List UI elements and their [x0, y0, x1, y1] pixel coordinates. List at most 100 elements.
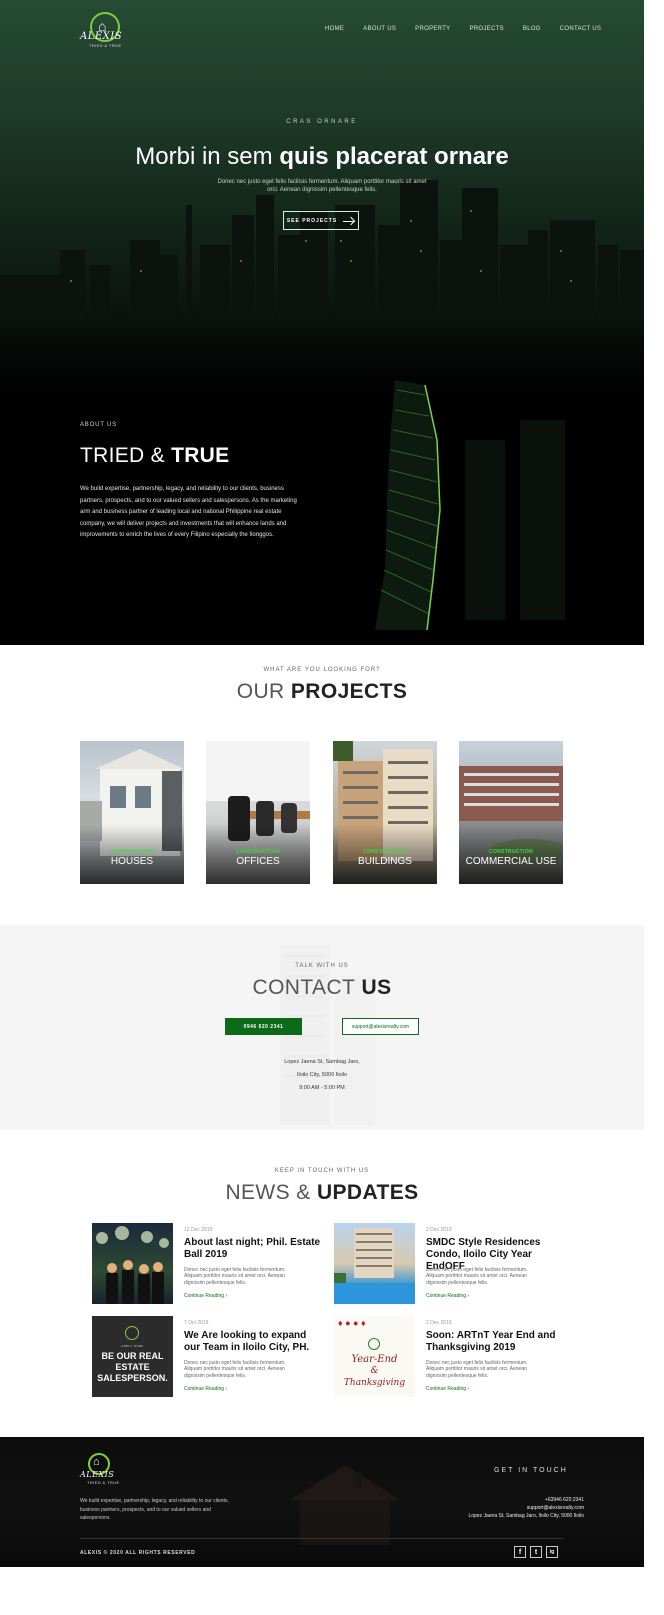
projects-title-light: OUR: [236, 680, 285, 703]
hiring-small-text: APPLY NOW!: [121, 1344, 144, 1348]
hiring-poster: APPLY NOW! BE OUR REAL ESTATE SALESPERSO…: [92, 1316, 173, 1397]
news-image-smdc[interactable]: [334, 1223, 415, 1304]
continue-reading-link[interactable]: Continue Reading ›: [426, 1386, 469, 1392]
continue-reading-label: Continue Reading: [426, 1386, 467, 1392]
project-tag: CONSTRUCTION: [363, 849, 407, 855]
nav-home[interactable]: HOME: [325, 26, 344, 32]
twitter-icon[interactable]: t: [530, 1546, 542, 1558]
project-tag: CONSTRUCTION: [236, 849, 280, 855]
footer-email[interactable]: support@alexisrealty.com: [527, 1505, 584, 1511]
year-end-text: Year-End: [351, 1354, 398, 1365]
contact-title-bold: US: [361, 976, 392, 999]
logo-tagline: TRIED & TRUE: [89, 43, 122, 48]
footer-divider: [80, 1538, 564, 1539]
news-title-bold: UPDATES: [316, 1181, 419, 1204]
project-name: OFFICES: [236, 856, 280, 867]
call-phone-button[interactable]: 0946 620 2341: [225, 1018, 302, 1035]
project-card-houses[interactable]: CONSTRUCTION HOUSES: [80, 741, 184, 884]
chevron-right-icon: ›: [225, 1386, 228, 1392]
ornament-icon: ♦ ● ● ♦: [338, 1318, 366, 1328]
logo-wordmark: ALEXIS: [80, 31, 123, 42]
brand-logo[interactable]: ⌂ ALEXIS TRIED & TRUE: [80, 12, 128, 50]
email-button[interactable]: support@alexisrealty.com: [342, 1018, 419, 1035]
news-image-hiring[interactable]: APPLY NOW! BE OUR REAL ESTATE SALESPERSO…: [92, 1316, 173, 1397]
ampersand-text: &: [370, 1366, 379, 1376]
continue-reading-label: Continue Reading: [184, 1386, 225, 1392]
projects-title-bold: PROJECTS: [290, 680, 408, 703]
nav-projects[interactable]: PROJECTS: [469, 26, 503, 32]
footer-description: We build expertise, partnership, legacy,…: [80, 1498, 229, 1522]
nav-blog[interactable]: BLOG: [523, 26, 541, 32]
chevron-right-icon: ›: [467, 1293, 470, 1299]
contact-title: CONTACT US: [0, 976, 644, 1000]
nav-property[interactable]: PROPERTY: [415, 26, 450, 32]
main-nav: HOME ABOUT US PROPERTY PROJECTS BLOG CON…: [325, 26, 620, 32]
instagram-icon[interactable]: ig: [546, 1546, 558, 1558]
project-card-commercial[interactable]: CONSTRUCTION COMMERCIAL USE: [459, 741, 563, 884]
project-card-offices[interactable]: CONSTRUCTION OFFICES: [206, 741, 310, 884]
hero-eyebrow: CRAS ORNARE: [286, 119, 358, 125]
logo-wordmark: ALEXIS: [80, 1470, 115, 1479]
arrow-right-icon: [343, 218, 355, 224]
continue-reading-label: Continue Reading: [184, 1293, 225, 1299]
facebook-icon[interactable]: f: [514, 1546, 526, 1558]
projects-eyebrow: WHAT ARE YOU LOOKING FOR?: [263, 667, 381, 673]
contact-address-line1: Lopez Jaena St, Sambag Jaro,: [284, 1059, 360, 1065]
hiring-big-text: BE OUR REAL ESTATE SALESPERSON.: [97, 1351, 168, 1383]
contact-title-light: CONTACT: [252, 976, 356, 999]
footer-logo[interactable]: ⌂ ALEXIS TRIED & TRUE: [80, 1453, 120, 1489]
news-title[interactable]: Soon: ARTnT Year End and Thanksgiving 20…: [426, 1330, 566, 1354]
continue-reading-link[interactable]: Continue Reading ›: [184, 1386, 227, 1392]
continue-reading-label: Continue Reading: [426, 1293, 467, 1299]
project-tag: CONSTRUCTION: [489, 849, 533, 855]
news-title[interactable]: We Are looking to expand our Team in Ilo…: [184, 1330, 324, 1354]
chevron-right-icon: ›: [467, 1386, 470, 1392]
condo-photo: [334, 1228, 415, 1304]
news-title-light: NEWS &: [225, 1181, 311, 1204]
logo-ring: [125, 1326, 139, 1340]
contact-address-line2: Iloilo City, 5000 Iloilo: [296, 1072, 348, 1078]
news-excerpt: Donec nec justo eget felis facilisis fer…: [184, 1360, 286, 1379]
project-tag: CONSTRUCTION: [110, 849, 154, 855]
tower-image: [375, 380, 441, 630]
about-body: We build expertise, partnership, legacy,…: [80, 486, 297, 539]
hero-title-light: Morbi in sem: [135, 143, 273, 170]
contact-eyebrow: TALK WITH US: [295, 963, 349, 969]
project-name: BUILDINGS: [358, 856, 412, 867]
footer-house-image: [290, 1465, 400, 1545]
footer-address: Lopez Jaena St, Sambag Jaro, Iloilo City…: [468, 1513, 584, 1519]
hero-title: Morbi in sem quis placerat ornare: [0, 143, 644, 171]
contact-section: [0, 925, 644, 1130]
news-date: 12 Dec 2019: [184, 1227, 213, 1233]
project-card-buildings[interactable]: CONSTRUCTION BUILDINGS: [333, 741, 437, 884]
news-image-estate-ball[interactable]: [92, 1223, 173, 1304]
about-title-bold: TRUE: [171, 444, 230, 467]
logo-ring: [368, 1338, 380, 1350]
hero-subtitle: Donec nec justo eget felis facilisis fer…: [217, 179, 427, 193]
continue-reading-link[interactable]: Continue Reading ›: [426, 1293, 469, 1299]
party-photo: [96, 1226, 169, 1304]
news-title[interactable]: About last night; Phil. Estate Ball 2019: [184, 1237, 324, 1261]
footer-phone[interactable]: +63946 620 2341: [545, 1497, 584, 1503]
see-projects-label: SEE PROJECTS: [286, 217, 338, 224]
see-projects-button[interactable]: SEE PROJECTS: [283, 211, 359, 230]
hero-title-bold: quis placerat ornare: [279, 143, 509, 170]
logo-tagline: TRIED & TRUE: [87, 1480, 120, 1485]
nav-about-us[interactable]: ABOUT US: [363, 26, 396, 32]
about-eyebrow: ABOUT US: [80, 422, 117, 428]
projects-title: OUR PROJECTS: [0, 680, 644, 704]
background-buildings-image: [465, 420, 565, 620]
about-title-light: TRIED &: [80, 444, 165, 467]
hero-section: ⌂ ALEXIS TRIED & TRUE HOME ABOUT US PROP…: [0, 0, 644, 645]
about-title: TRIED & TRUE: [80, 444, 229, 468]
news-excerpt: Donec nec justo eget felis facilisis fer…: [426, 1267, 528, 1286]
house-icon: ⌂: [93, 1456, 100, 1468]
news-image-year-end[interactable]: ♦ ● ● ♦ Year-End & Thanksgiving: [334, 1316, 415, 1397]
news-eyebrow: KEEP IN TOUCH WITH US: [274, 1168, 370, 1174]
thanksgiving-poster: ♦ ● ● ♦ Year-End & Thanksgiving: [334, 1316, 415, 1397]
continue-reading-link[interactable]: Continue Reading ›: [184, 1293, 227, 1299]
project-name: COMMERCIAL USE: [465, 856, 557, 867]
news-date: 7 Oct 2019: [184, 1320, 209, 1326]
get-in-touch-heading: GET IN TOUCH: [494, 1467, 568, 1474]
nav-contact-us[interactable]: CONTACT US: [560, 26, 601, 32]
